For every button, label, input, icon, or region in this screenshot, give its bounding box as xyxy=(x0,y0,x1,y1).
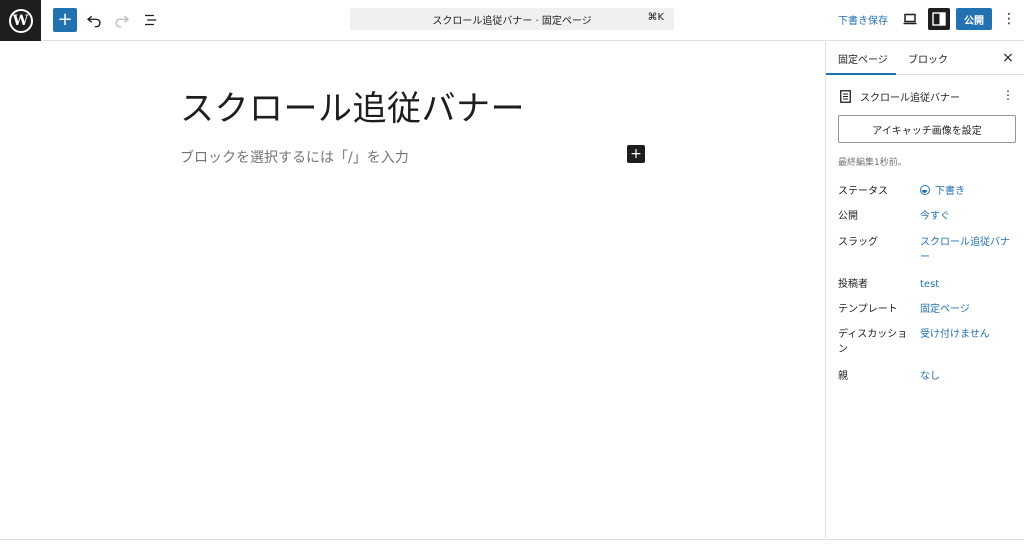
document-card-title: スクロール追従バナー xyxy=(860,92,960,104)
editor-canvas: スクロール追従バナー ブロックを選択するには「/」を入力 + xyxy=(0,41,825,539)
settings-sidebar: 固定ページ ブロック × スクロール追従バナー ⋮ アイキャッチ画像を設定 最終… xyxy=(825,41,1024,539)
plus-icon: + xyxy=(630,146,642,162)
wordpress-logo-button[interactable]: W xyxy=(0,0,41,41)
wordpress-logo-icon: W xyxy=(8,8,33,33)
publish-button[interactable]: 公開 xyxy=(956,8,992,30)
document-actions-button[interactable]: ⋮ xyxy=(1002,88,1014,102)
meta-label: 親 xyxy=(838,371,848,382)
default-block-appender[interactable]: ブロックを選択するには「/」を入力 xyxy=(180,147,409,167)
meta-label: 公開 xyxy=(838,211,858,222)
last-edited-text: 最終編集1秒前。 xyxy=(838,158,907,168)
tab-page[interactable]: 固定ページ xyxy=(838,41,888,75)
sidebar-settings-icon xyxy=(932,12,946,26)
active-tab-indicator xyxy=(826,73,896,75)
post-title[interactable]: スクロール追従バナー xyxy=(180,81,525,130)
meta-label: スラッグ xyxy=(838,237,878,248)
meta-label: テンプレート xyxy=(838,304,898,315)
editor-header: W + スクロール追従バナー · 固定ページ ⌘K 下書き保存 公開 ⋮ xyxy=(0,0,1024,41)
meta-label: ディスカッション xyxy=(838,329,908,355)
options-menu-button[interactable]: ⋮ xyxy=(1000,8,1018,30)
undo-button[interactable] xyxy=(82,8,106,32)
meta-label: ステータス xyxy=(838,186,888,197)
footer-divider xyxy=(0,539,1024,540)
document-title-label: スクロール追従バナー · 固定ページ xyxy=(432,15,592,27)
plus-icon: + xyxy=(57,9,73,30)
preview-button[interactable] xyxy=(899,8,921,30)
list-view-icon xyxy=(145,14,157,26)
redo-button[interactable] xyxy=(110,8,134,32)
tab-block[interactable]: ブロック xyxy=(908,41,948,75)
page-icon xyxy=(838,89,852,103)
template-button[interactable]: 固定ページ xyxy=(920,302,1016,317)
parent-page-button[interactable]: なし xyxy=(920,369,1016,384)
command-palette-bar[interactable]: スクロール追従バナー · 固定ページ ⌘K xyxy=(350,8,674,30)
slug-button[interactable]: スクロール追従バナー xyxy=(920,235,1016,265)
draft-status-icon xyxy=(920,185,930,195)
inline-inserter-button[interactable]: + xyxy=(627,145,645,163)
discussion-button[interactable]: 受け付けません xyxy=(920,327,1016,342)
redo-icon xyxy=(115,15,130,28)
command-shortcut: ⌘K xyxy=(647,12,664,23)
undo-icon xyxy=(86,15,101,28)
set-featured-image-button[interactable]: アイキャッチ画像を設定 xyxy=(838,115,1016,143)
block-inserter-button[interactable]: + xyxy=(53,8,77,32)
document-card: スクロール追従バナー ⋮ xyxy=(838,87,1018,105)
status-value-button[interactable]: 下書き xyxy=(920,184,1016,199)
save-draft-button[interactable]: 下書き保存 xyxy=(838,12,888,27)
meta-value-text: 下書き xyxy=(935,186,965,197)
settings-toggle-button[interactable] xyxy=(928,8,950,30)
author-button[interactable]: test xyxy=(920,277,1016,292)
document-overview-button[interactable] xyxy=(139,8,163,32)
more-vertical-icon: ⋮ xyxy=(1002,11,1016,27)
close-icon: × xyxy=(1002,50,1014,66)
publish-date-button[interactable]: 今すぐ xyxy=(920,209,1016,224)
close-settings-button[interactable]: × xyxy=(999,49,1017,67)
meta-label: 投稿者 xyxy=(838,279,868,290)
desktop-preview-icon xyxy=(903,13,917,25)
more-vertical-icon: ⋮ xyxy=(1002,88,1014,102)
sidebar-tabs: 固定ページ ブロック × xyxy=(826,41,1024,75)
